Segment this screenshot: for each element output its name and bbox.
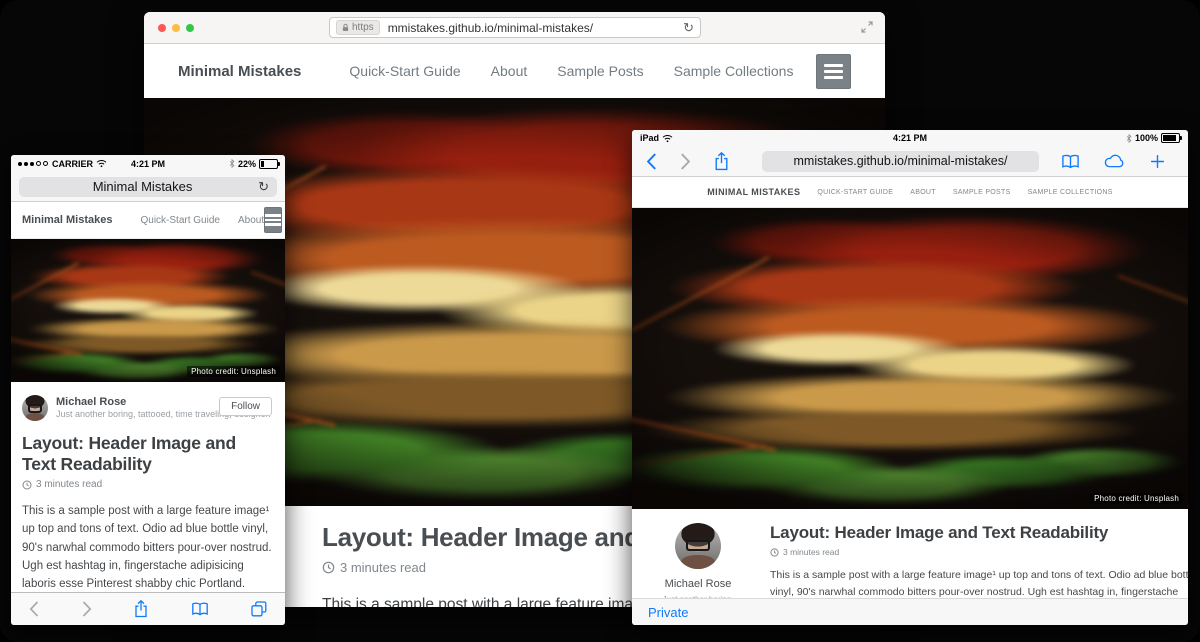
photo-credit: Photo credit: Unsplash	[1090, 493, 1183, 504]
post-title: Layout: Header Image and Text Readabilit…	[22, 433, 274, 474]
https-secure-badge: https	[336, 20, 380, 35]
ipad-status-bar: iPad 4:21 PM 100%	[632, 130, 1188, 146]
battery-icon	[259, 159, 278, 169]
minimize-window-button[interactable]	[172, 24, 180, 32]
private-browsing-bar: Private	[632, 598, 1188, 625]
responsive-mockup-canvas: https mmistakes.github.io/minimal-mistak…	[0, 0, 1200, 642]
site-brand[interactable]: Minimal Mistakes	[707, 187, 800, 197]
iphone-status-bar: CARRIER 4:21 PM 22%	[11, 155, 285, 172]
iphone-url-row: Minimal Mistakes ↻	[11, 172, 285, 202]
back-icon[interactable]	[646, 153, 680, 170]
share-icon[interactable]	[714, 152, 748, 171]
site-brand[interactable]: Minimal Mistakes	[22, 214, 112, 226]
iphone-safari-toolbar	[11, 592, 285, 625]
ipad-toolbar-right	[1061, 154, 1165, 169]
header-image: Photo credit: Unsplash	[632, 208, 1188, 509]
ipad-site-nav: Minimal Mistakes Quick-Start Guide About…	[632, 177, 1188, 208]
clock-icon	[22, 480, 32, 490]
url-text: mmistakes.github.io/minimal-mistakes/	[794, 154, 1008, 168]
desktop-address-bar[interactable]: https mmistakes.github.io/minimal-mistak…	[329, 17, 701, 38]
nav-links: Quick-Start Guide About Sample Posts Sam…	[349, 63, 793, 79]
https-label: https	[352, 22, 374, 33]
post-title: Layout: Header Image and Text Readabilit…	[770, 523, 1170, 543]
forward-icon[interactable]	[680, 153, 714, 170]
iphone-frame: CARRIER 4:21 PM 22% Minimal Mistakes ↻ M…	[11, 155, 285, 625]
lock-icon	[342, 23, 349, 32]
read-time-text: 3 minutes read	[340, 560, 426, 575]
menu-toggle-button[interactable]	[816, 54, 851, 89]
status-time: 4:21 PM	[11, 159, 285, 169]
leaves-photo	[11, 239, 285, 382]
author-row: Michael Rose Just another boring, tattoo…	[22, 395, 274, 421]
clock-icon	[322, 561, 335, 574]
ipad-frame: iPad 4:21 PM 100% mmistakes.github.io/mi…	[632, 130, 1188, 625]
avatar	[675, 523, 721, 569]
reload-icon[interactable]: ↻	[683, 21, 694, 34]
read-time-meta: 3 minutes read	[22, 479, 274, 490]
icloud-icon[interactable]	[1104, 154, 1126, 168]
battery-icon	[1161, 133, 1180, 143]
avatar	[22, 395, 48, 421]
desktop-browser-toolbar: https mmistakes.github.io/minimal-mistak…	[144, 12, 885, 44]
nav-sample-collections[interactable]: Sample Collections	[1028, 189, 1113, 196]
url-text: mmistakes.github.io/minimal-mistakes/	[388, 21, 683, 35]
window-controls	[158, 24, 194, 32]
nav-sample-posts[interactable]: Sample Posts	[557, 63, 643, 79]
nav-about[interactable]: About	[910, 189, 936, 196]
site-brand[interactable]: Minimal Mistakes	[178, 63, 301, 80]
iphone-post-content: Michael Rose Just another boring, tattoo…	[11, 382, 285, 625]
header-image: Photo credit: Unsplash	[11, 239, 285, 382]
nav-sample-collections[interactable]: Sample Collections	[674, 63, 794, 79]
menu-toggle-button[interactable]	[264, 207, 282, 233]
nav-about[interactable]: About	[238, 215, 264, 226]
fullscreen-icon[interactable]	[861, 21, 873, 33]
nav-quick-start-guide[interactable]: Quick-Start Guide	[349, 63, 460, 79]
status-time: 4:21 PM	[632, 133, 1188, 143]
nav-about[interactable]: About	[491, 63, 528, 79]
read-time-text: 3 minutes read	[36, 479, 102, 490]
clock-icon	[770, 548, 779, 557]
desktop-site-nav: Minimal Mistakes Quick-Start Guide About…	[144, 44, 885, 98]
follow-button[interactable]: Follow	[219, 397, 272, 416]
read-time-meta: 3 minutes read	[770, 547, 1170, 557]
ipad-address-bar[interactable]: mmistakes.github.io/minimal-mistakes/	[762, 151, 1039, 172]
iphone-site-nav: Minimal Mistakes Quick-Start Guide About	[11, 202, 285, 239]
back-icon[interactable]	[29, 601, 39, 617]
forward-icon[interactable]	[82, 601, 92, 617]
close-window-button[interactable]	[158, 24, 166, 32]
iphone-address-bar[interactable]: Minimal Mistakes ↻	[19, 177, 277, 197]
ipad-safari-toolbar: mmistakes.github.io/minimal-mistakes/	[632, 146, 1188, 177]
url-field-text: Minimal Mistakes	[27, 179, 258, 194]
reload-icon[interactable]: ↻	[258, 180, 269, 193]
leaves-photo	[632, 208, 1188, 509]
bookmarks-icon[interactable]	[191, 602, 209, 616]
nav-sample-posts[interactable]: Sample Posts	[953, 189, 1011, 196]
photo-credit: Photo credit: Unsplash	[187, 366, 280, 377]
nav-quick-start-guide[interactable]: Quick-Start Guide	[817, 189, 893, 196]
zoom-window-button[interactable]	[186, 24, 194, 32]
share-icon[interactable]	[134, 600, 148, 618]
private-label[interactable]: Private	[648, 605, 688, 620]
read-time-text: 3 minutes read	[783, 547, 839, 557]
nav-quick-start-guide[interactable]: Quick-Start Guide	[140, 215, 219, 226]
bookmarks-icon[interactable]	[1061, 154, 1080, 169]
author-name: Michael Rose	[665, 578, 732, 590]
new-tab-icon[interactable]	[1150, 154, 1165, 169]
tabs-icon[interactable]	[251, 601, 267, 617]
